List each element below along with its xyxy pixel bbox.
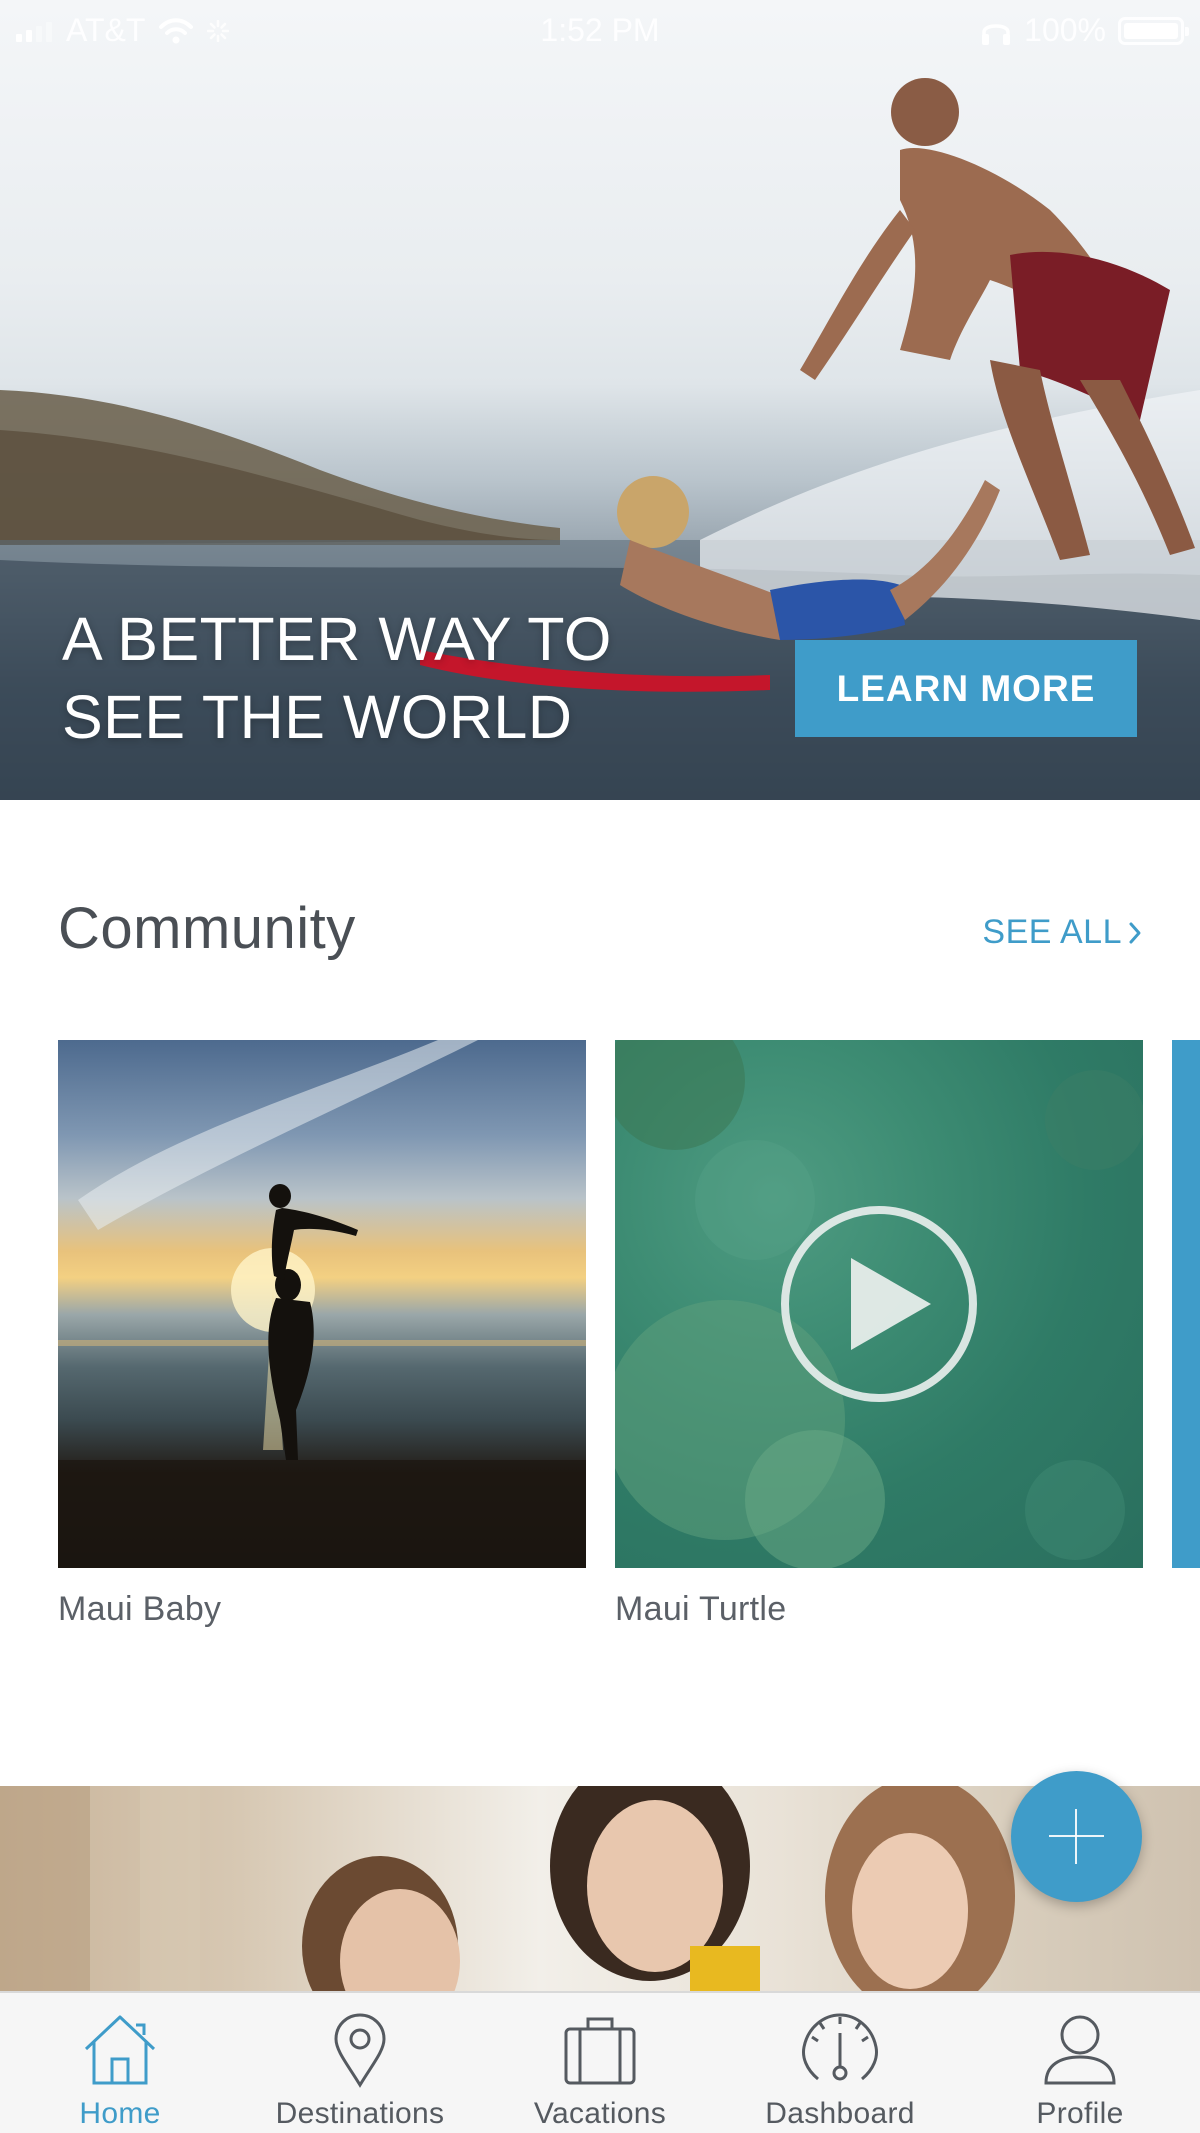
- home-icon: [84, 2015, 156, 2085]
- next-card-peek[interactable]: [1172, 1040, 1200, 1568]
- card-caption: Maui Turtle: [615, 1590, 787, 1628]
- learn-more-button[interactable]: LEARN MORE: [795, 640, 1137, 737]
- community-carousel[interactable]: Maui Baby Maui Turtle: [0, 1040, 1200, 1640]
- community-card[interactable]: Maui Baby: [58, 1040, 586, 1629]
- tab-destinations[interactable]: Destinations: [260, 2011, 460, 2131]
- tab-label: Vacations: [533, 2097, 667, 2130]
- see-all-link[interactable]: SEE ALL: [982, 913, 1142, 952]
- tab-label: Profile: [1036, 2097, 1124, 2130]
- card-video-thumbnail: [615, 1040, 1143, 1568]
- tab-label: Destinations: [275, 2097, 445, 2130]
- status-bar: AT&T 1:52 PM 100%: [0, 0, 1200, 60]
- sunset-photo-image: [58, 1040, 586, 1568]
- hero-headline: A BETTER WAY TO SEE THE WORLD: [62, 600, 682, 756]
- map-pin-icon: [334, 2013, 386, 2088]
- hero-headline-line2: SEE THE WORLD: [62, 683, 573, 751]
- tab-profile[interactable]: Profile: [980, 2011, 1180, 2131]
- tab-label: Home: [79, 2097, 161, 2130]
- chevron-right-icon: [1129, 922, 1141, 943]
- gauge-icon: [802, 2013, 878, 2081]
- tab-bar: Home Destinations Vacations Dashboard Pr…: [0, 1991, 1200, 2133]
- community-header: Community SEE ALL: [58, 895, 1142, 975]
- headphones-icon: [982, 23, 1011, 45]
- add-button[interactable]: [1011, 1771, 1142, 1902]
- play-video-button[interactable]: [781, 1206, 977, 1402]
- community-card[interactable]: Maui Turtle: [615, 1040, 1143, 1629]
- see-all-label: SEE ALL: [982, 913, 1122, 951]
- tab-dashboard[interactable]: Dashboard: [740, 2011, 940, 2131]
- suitcase-icon: [564, 2017, 636, 2085]
- community-title: Community: [58, 896, 356, 961]
- status-right: 100%: [980, 12, 1189, 49]
- user-icon: [1044, 2015, 1116, 2085]
- hero-headline-line1: A BETTER WAY TO: [62, 605, 612, 673]
- tab-label: Dashboard: [765, 2097, 915, 2130]
- play-icon: [851, 1258, 931, 1350]
- tab-home[interactable]: Home: [20, 2011, 220, 2131]
- battery-percent: 100%: [1024, 12, 1106, 48]
- hero-banner: AT&T 1:52 PM 100% A BETTER WAY TO SEE TH…: [0, 0, 1200, 800]
- card-caption: Maui Baby: [58, 1590, 222, 1628]
- card-photo: [58, 1040, 586, 1568]
- battery-icon: [1118, 16, 1189, 45]
- tab-vacations[interactable]: Vacations: [500, 2011, 700, 2131]
